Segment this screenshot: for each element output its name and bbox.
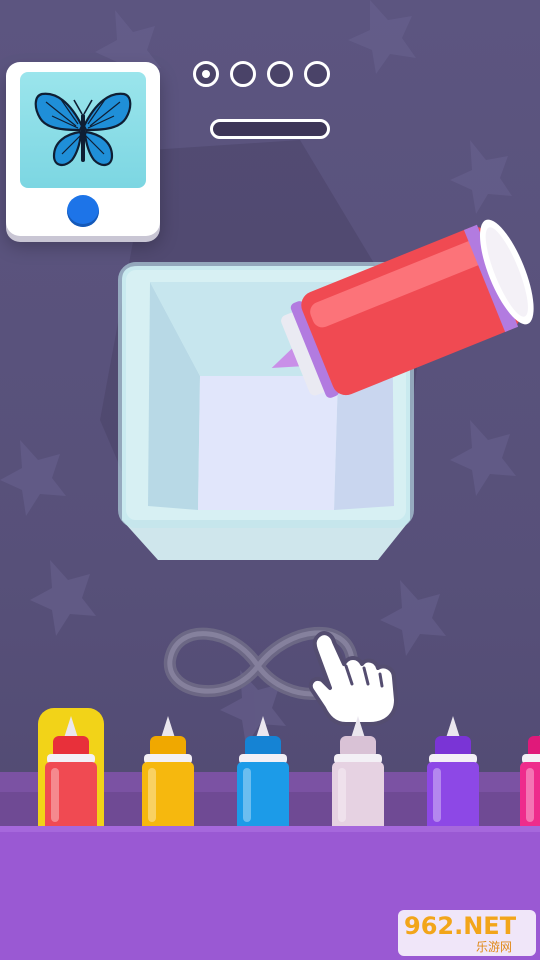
watermark-sub: 乐游网 <box>476 940 513 954</box>
bottle-magenta[interactable] <box>518 716 540 828</box>
mold-box-floor <box>198 376 338 510</box>
bottle-yellow[interactable] <box>140 716 196 828</box>
bottle-pink-white[interactable] <box>330 716 386 828</box>
watermark-logo: 962.NET 乐游网 <box>398 910 536 956</box>
bottle-purple[interactable] <box>425 716 481 828</box>
bottle-red[interactable] <box>43 716 99 828</box>
bottle-blue[interactable] <box>235 716 291 828</box>
game-scene[interactable]: 962.NET 乐游网 <box>0 0 540 960</box>
watermark-main: 962.NET <box>404 912 517 940</box>
counter-edge <box>0 826 540 832</box>
